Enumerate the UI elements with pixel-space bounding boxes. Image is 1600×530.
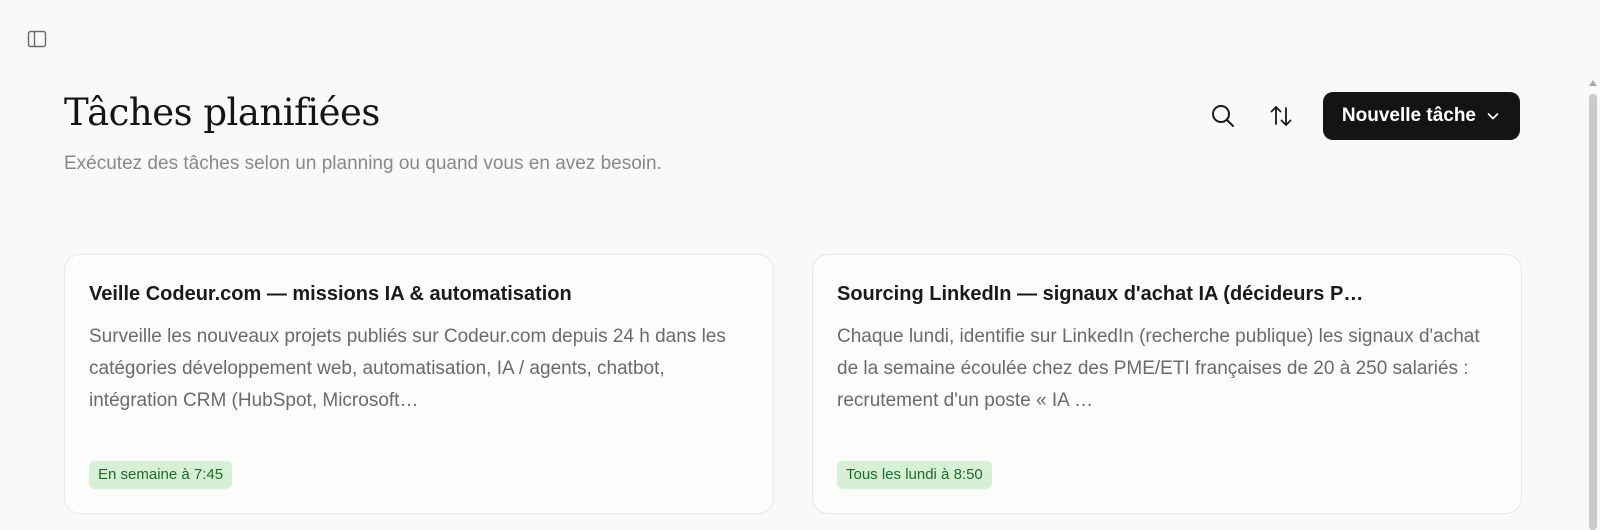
page-scrollbar[interactable] bbox=[1586, 74, 1600, 530]
task-description: Surveille les nouveaux projets publiés s… bbox=[89, 326, 726, 411]
schedule-badge: Tous les lundi à 8:50 bbox=[837, 461, 992, 489]
header-actions: Nouvelle tâche bbox=[1199, 92, 1520, 140]
task-title: Veille Codeur.com — missions IA & automa… bbox=[89, 283, 572, 305]
task-list: Veille Codeur.com — missions IA & automa… bbox=[64, 254, 1522, 514]
sort-arrows-icon bbox=[1270, 106, 1292, 126]
sidebar-panel-icon bbox=[27, 30, 47, 48]
schedule-badge: En semaine à 7:45 bbox=[89, 461, 233, 489]
task-card[interactable]: Sourcing LinkedIn — signaux d'achat IA (… bbox=[812, 254, 1522, 514]
new-task-label: Nouvelle tâche bbox=[1341, 105, 1476, 126]
scheduled-tasks-page: Tâches planifiées Exécutez des tâches se… bbox=[0, 0, 1600, 530]
scroll-up-arrow-icon[interactable] bbox=[1589, 80, 1597, 86]
sidebar-toggle-button[interactable] bbox=[26, 28, 48, 50]
task-title: Sourcing LinkedIn — signaux d'achat IA (… bbox=[837, 283, 1364, 305]
search-button[interactable] bbox=[1199, 93, 1247, 139]
task-description: Chaque lundi, identifie sur LinkedIn (re… bbox=[837, 326, 1480, 411]
scroll-thumb[interactable] bbox=[1589, 94, 1597, 530]
search-icon bbox=[1211, 105, 1234, 127]
sort-button[interactable] bbox=[1257, 93, 1305, 139]
new-task-button[interactable]: Nouvelle tâche bbox=[1322, 92, 1520, 140]
page-subtitle: Exécutez des tâches selon un planning ou… bbox=[64, 153, 662, 174]
chevron-down-icon bbox=[1487, 113, 1499, 120]
task-card[interactable]: Veille Codeur.com — missions IA & automa… bbox=[64, 254, 774, 514]
